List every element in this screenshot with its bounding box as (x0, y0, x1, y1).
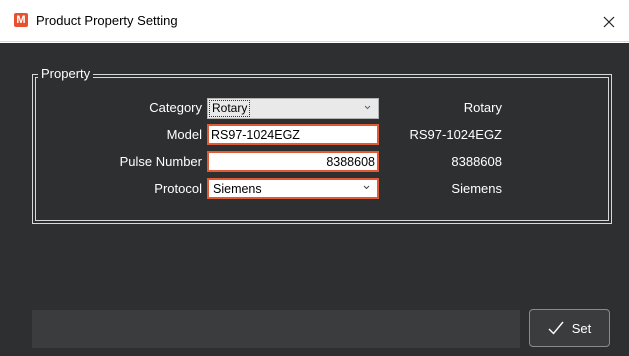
chevron-down-icon (363, 185, 370, 190)
pulse-number-label: Pulse Number (119, 154, 202, 169)
protocol-label: Protocol (154, 181, 202, 196)
set-button-label: Set (571, 320, 592, 336)
protocol-readout: Siemens (451, 181, 502, 196)
pulse-number-input[interactable]: 8388608 (207, 151, 379, 172)
model-input[interactable]: RS97-1024EGZ (207, 124, 379, 145)
pulse-number-value: 8388608 (326, 155, 375, 169)
model-readout: RS97-1024EGZ (409, 127, 503, 142)
close-button[interactable] (589, 8, 629, 36)
model-label: Model (166, 127, 202, 142)
dialog-body: Property Category Rotary Rotary Model RS… (0, 43, 629, 356)
property-group: Property (32, 66, 612, 224)
set-button[interactable]: Set (529, 309, 610, 347)
title-bar: M Product Property Setting (0, 0, 629, 42)
category-label: Category (149, 100, 202, 115)
category-readout: Rotary (463, 100, 502, 115)
close-icon (603, 16, 615, 28)
protocol-dropdown[interactable]: Siemens (207, 178, 379, 199)
app-icon: M (14, 13, 28, 27)
checkmark-icon (548, 321, 564, 335)
category-dropdown[interactable]: Rotary (207, 98, 379, 119)
window-title: Product Property Setting (36, 13, 178, 28)
model-value: RS97-1024EGZ (211, 128, 300, 142)
property-group-legend: Property (38, 66, 94, 82)
chevron-down-icon (364, 105, 371, 110)
protocol-value: Siemens (213, 182, 262, 196)
status-bar (32, 310, 520, 348)
category-value: Rotary (208, 100, 251, 117)
pulse-number-readout: 8388608 (451, 154, 502, 169)
